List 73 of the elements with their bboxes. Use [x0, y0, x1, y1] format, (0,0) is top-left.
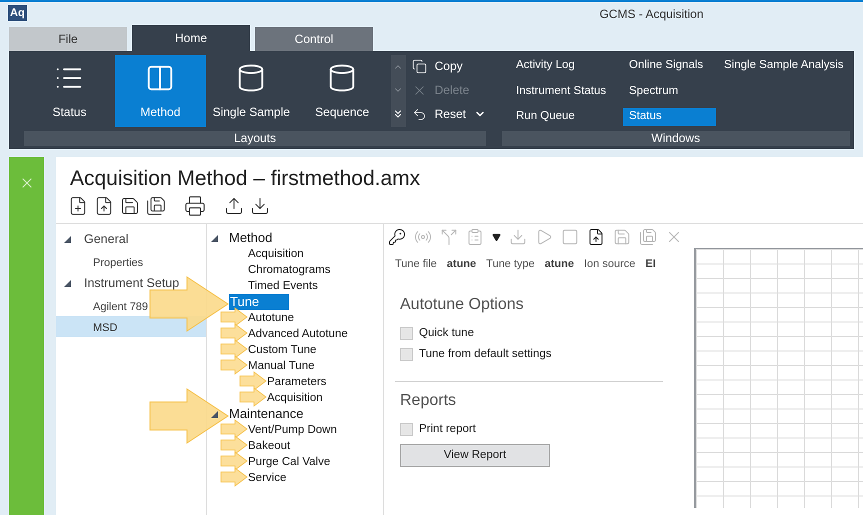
tree-item[interactable]: Custom Tune — [248, 342, 316, 358]
tree-item[interactable]: Acquisition — [267, 390, 323, 406]
print-icon[interactable] — [184, 195, 206, 217]
window-item[interactable]: Activity Log — [510, 57, 623, 75]
window-item[interactable]: Spectrum — [623, 82, 718, 100]
window-item[interactable]: Instrument Status — [510, 82, 623, 100]
tree-item[interactable]: MSD — [93, 322, 118, 334]
tree-item[interactable]: Tune — [229, 294, 290, 310]
section-heading: Autotune Options — [399, 294, 525, 314]
checkbox-label: Print report — [419, 422, 476, 437]
section-heading: Reports — [399, 391, 458, 411]
tree-item[interactable]: Method — [229, 230, 272, 246]
save-icon[interactable] — [120, 196, 140, 216]
clipboard-button[interactable]: Reset — [412, 105, 486, 123]
tree-item[interactable]: Instrument Setup — [84, 274, 180, 293]
tree-item[interactable]: Manual Tune — [248, 358, 314, 374]
expander-icon[interactable] — [64, 280, 71, 287]
checkbox[interactable] — [400, 348, 413, 361]
save-as-icon[interactable] — [146, 196, 166, 216]
info-value: atune — [446, 257, 476, 272]
window-item[interactable]: Online Signals — [623, 57, 718, 75]
group-label: Layouts — [24, 131, 486, 146]
tree-item[interactable]: Chromatograms — [248, 262, 330, 278]
group-label: Windows — [502, 131, 850, 146]
layout-button[interactable]: Single Sample — [206, 55, 297, 127]
expander-icon[interactable] — [211, 235, 218, 242]
tree-item[interactable]: Maintenance — [229, 406, 304, 422]
app-logo: Aq — [8, 5, 27, 21]
info-label: Tune type — [486, 257, 535, 272]
info-value: atune — [544, 257, 574, 272]
layout-button[interactable]: Status — [24, 55, 115, 127]
view-report-button[interactable]: View Report — [400, 444, 550, 468]
tree-item[interactable]: General — [84, 230, 128, 249]
caret-icon[interactable] — [492, 232, 501, 242]
info-value: EI — [645, 257, 656, 272]
tree-item[interactable]: Agilent 789 — [93, 301, 148, 313]
expander-icon[interactable] — [211, 411, 218, 418]
tree-item[interactable]: Parameters — [267, 374, 326, 390]
upload-icon[interactable] — [587, 228, 605, 246]
tree-item[interactable]: Bakeout — [248, 438, 290, 454]
layout-button[interactable]: Sequence — [296, 55, 388, 127]
tree-item[interactable]: Advanced Autotune — [248, 326, 348, 342]
window-item[interactable]: Single Sample Analysis — [718, 57, 850, 75]
copy-icon — [412, 58, 427, 74]
checkbox-label: Tune from default settings — [419, 346, 552, 362]
info-label: Tune file — [395, 257, 437, 272]
checkbox-label: Quick tune — [419, 326, 474, 340]
tree-item[interactable]: Service — [248, 470, 286, 486]
new-file-icon[interactable] — [68, 196, 88, 216]
key-icon[interactable] — [388, 228, 406, 246]
info-label: Ion source — [584, 257, 636, 272]
window-title: GCMS - Acquisition — [599, 6, 704, 22]
upload-icon[interactable] — [224, 196, 244, 216]
ribbon-tab[interactable]: File — [9, 27, 127, 51]
tree-item[interactable]: Vent/Pump Down — [248, 422, 337, 438]
checkbox[interactable] — [400, 326, 413, 340]
layout-button[interactable]: Method — [114, 55, 206, 127]
ribbon-tab[interactable]: Control — [255, 27, 373, 51]
download-icon[interactable] — [250, 196, 270, 216]
document-title: Acquisition Method – firstmethod.amx — [69, 166, 422, 192]
tree-item[interactable]: Properties — [93, 257, 144, 269]
expander-icon[interactable] — [64, 236, 71, 243]
tree-item[interactable]: Timed Events — [248, 278, 318, 294]
undo-icon — [412, 106, 427, 122]
tree-item[interactable]: Purge Cal Valve — [248, 454, 330, 470]
tree-item[interactable]: Acquisition — [248, 246, 304, 262]
ribbon-tab[interactable]: Home — [132, 25, 250, 51]
clipboard-button[interactable]: Copy — [412, 57, 486, 75]
window-item[interactable]: Run Queue — [510, 108, 623, 126]
checkbox[interactable] — [400, 423, 413, 436]
window-item[interactable]: Status — [623, 108, 716, 126]
open-file-icon[interactable] — [94, 196, 114, 216]
tree-item[interactable]: Autotune — [248, 310, 294, 326]
